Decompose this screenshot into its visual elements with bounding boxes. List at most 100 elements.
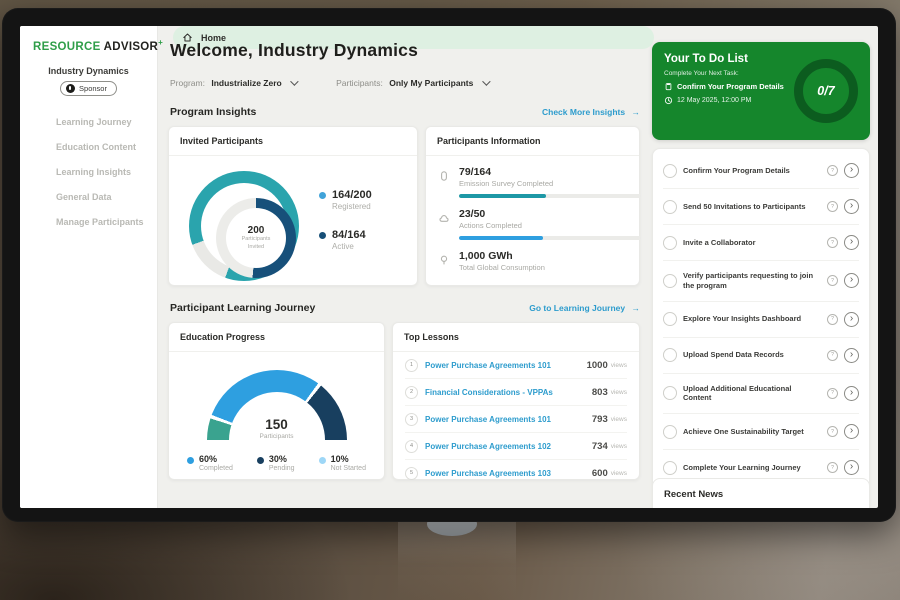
lesson-link[interactable]: Power Purchase Agreements 101 xyxy=(425,415,592,424)
task-go-button[interactable]: › xyxy=(844,460,859,475)
todo-summary-card: Your To Do List Complete Your Next Task:… xyxy=(652,42,870,140)
task-label: Achieve One Sustainability Target xyxy=(683,427,821,437)
program-insights-header: Program Insights Check More Insights → xyxy=(170,106,640,118)
sidebar-item-learning-journey[interactable]: Learning Journey xyxy=(20,110,157,135)
task-go-button[interactable]: › xyxy=(844,163,859,178)
task-go-button[interactable]: › xyxy=(844,312,859,327)
chevron-right-icon: › xyxy=(850,165,853,175)
task-go-button[interactable]: › xyxy=(844,235,859,250)
section-title: Program Insights xyxy=(170,106,256,118)
todo-task-list: Confirm Your Program Details ? › Send 50… xyxy=(652,148,870,508)
sidebar-item-learning-insights[interactable]: Learning Insights xyxy=(20,160,157,185)
info-icon[interactable]: ? xyxy=(827,350,838,361)
monitor-bezel: RESOURCE ADVISOR+ Industry Dynamics Spon… xyxy=(2,8,896,522)
info-icon[interactable]: ? xyxy=(827,388,838,399)
task-row-upload-educational-content[interactable]: Upload Additional Educational Content ? … xyxy=(663,374,859,415)
info-icon[interactable]: ? xyxy=(827,201,838,212)
info-value: 23/50 xyxy=(459,208,641,220)
chevron-right-icon: › xyxy=(850,350,853,360)
task-checkbox[interactable] xyxy=(663,164,677,178)
lesson-link[interactable]: Power Purchase Agreements 101 xyxy=(425,361,587,370)
task-checkbox[interactable] xyxy=(663,200,677,214)
gauge-center-value: 150 xyxy=(207,417,347,432)
task-row-achieve-target[interactable]: Achieve One Sustainability Target ? › xyxy=(663,414,859,450)
info-label: Emission Survey Completed xyxy=(459,179,641,188)
learning-journey-header: Participant Learning Journey Go to Learn… xyxy=(170,302,640,314)
program-value: Industrialize Zero xyxy=(211,78,281,88)
chevron-right-icon: › xyxy=(850,237,853,247)
sponsor-badge[interactable]: Sponsor xyxy=(60,81,117,96)
info-value: 79/164 xyxy=(459,166,641,178)
lesson-row: 2 Financial Considerations - VPPAs 803 v… xyxy=(405,378,627,405)
task-go-button[interactable]: › xyxy=(844,199,859,214)
filters-row: Program: Industrialize Zero Participants… xyxy=(170,78,488,88)
chevron-right-icon: › xyxy=(850,275,853,285)
task-checkbox[interactable] xyxy=(663,312,677,326)
sidebar-menu: Home Insights Education Learning Journey xyxy=(20,110,157,235)
info-icon[interactable]: ? xyxy=(827,237,838,248)
participants-dropdown[interactable]: Participants: Only My Participants xyxy=(336,78,488,88)
donut-center-label: Invited xyxy=(248,244,264,251)
gauge-legend: 60% Completed 30% Pending xyxy=(169,440,384,472)
progress-track xyxy=(459,194,641,198)
info-icon[interactable]: ? xyxy=(827,314,838,325)
education-progress-card: Education Progress 150 Participants xyxy=(168,322,385,480)
sidebar-item-general-data[interactable]: General Data xyxy=(20,185,157,210)
legend-dot-not-started xyxy=(319,457,326,464)
legend-item: 10% Not Started xyxy=(319,454,366,472)
task-row-send-invitations[interactable]: Send 50 Invitations to Participants ? › xyxy=(663,189,859,225)
section-title: Participant Learning Journey xyxy=(170,302,315,314)
arrow-right-icon: → xyxy=(632,107,641,117)
lesson-link[interactable]: Financial Considerations - VPPAs xyxy=(425,388,592,397)
views-word: views xyxy=(611,362,627,369)
info-icon[interactable]: ? xyxy=(827,426,838,437)
progress-fill xyxy=(459,236,543,240)
task-row-confirm-program[interactable]: Confirm Your Program Details ? › xyxy=(663,153,859,189)
task-checkbox[interactable] xyxy=(663,236,677,250)
views-word: views xyxy=(611,470,627,477)
task-row-upload-spend-data[interactable]: Upload Spend Data Records ? › xyxy=(663,338,859,374)
info-icon[interactable]: ? xyxy=(827,165,838,176)
views-count: 600 xyxy=(592,468,608,479)
info-icon[interactable]: ? xyxy=(827,462,838,473)
lesson-row: 4 Power Purchase Agreements 102 734 view… xyxy=(405,432,627,459)
lesson-link[interactable]: Power Purchase Agreements 103 xyxy=(425,469,592,478)
card-title: Participants Information xyxy=(426,127,639,156)
info-value: 1,000 GWh xyxy=(459,250,545,262)
check-more-insights-link[interactable]: Check More Insights → xyxy=(542,107,640,117)
views-count: 734 xyxy=(592,441,608,452)
task-row-explore-insights[interactable]: Explore Your Insights Dashboard ? › xyxy=(663,302,859,338)
task-checkbox[interactable] xyxy=(663,386,677,400)
task-checkbox[interactable] xyxy=(663,425,677,439)
task-go-button[interactable]: › xyxy=(844,386,859,401)
legend-value: 164/200 xyxy=(332,189,372,201)
task-row-verify-participants[interactable]: Verify participants requesting to join t… xyxy=(663,261,859,302)
sidebar-item-education-content[interactable]: Education Content xyxy=(20,135,157,160)
chevron-right-icon: › xyxy=(850,388,853,398)
go-to-learning-journey-link[interactable]: Go to Learning Journey → xyxy=(529,303,640,313)
actions-cloud-icon xyxy=(438,212,450,224)
sidebar-item-manage-participants[interactable]: Manage Participants xyxy=(20,210,157,235)
info-icon[interactable]: ? xyxy=(827,275,838,286)
task-go-button[interactable]: › xyxy=(844,348,859,363)
link-label: Check More Insights xyxy=(542,107,625,117)
task-go-button[interactable]: › xyxy=(844,273,859,288)
task-go-button[interactable]: › xyxy=(844,424,859,439)
task-checkbox[interactable] xyxy=(663,274,677,288)
lesson-link[interactable]: Power Purchase Agreements 102 xyxy=(425,442,592,451)
chevron-down-icon xyxy=(482,77,490,85)
task-checkbox[interactable] xyxy=(663,461,677,475)
task-checkbox[interactable] xyxy=(663,348,677,362)
donut-center-value: 200 xyxy=(248,225,265,236)
task-row-invite-collaborator[interactable]: Invite a Collaborator ? › xyxy=(663,225,859,261)
consumption-pin-icon xyxy=(438,254,450,266)
lesson-row: 1 Power Purchase Agreements 101 1000 vie… xyxy=(405,352,627,378)
rank-badge: 2 xyxy=(405,386,418,399)
views-count: 793 xyxy=(592,414,608,425)
views-count: 803 xyxy=(592,387,608,398)
legend-label: Completed xyxy=(199,465,233,472)
program-dropdown[interactable]: Program: Industrialize Zero xyxy=(170,78,296,88)
chevron-down-icon xyxy=(290,77,298,85)
lesson-row: 5 Power Purchase Agreements 103 600 view… xyxy=(405,459,627,486)
sidebar-item-label: General Data xyxy=(56,192,112,202)
